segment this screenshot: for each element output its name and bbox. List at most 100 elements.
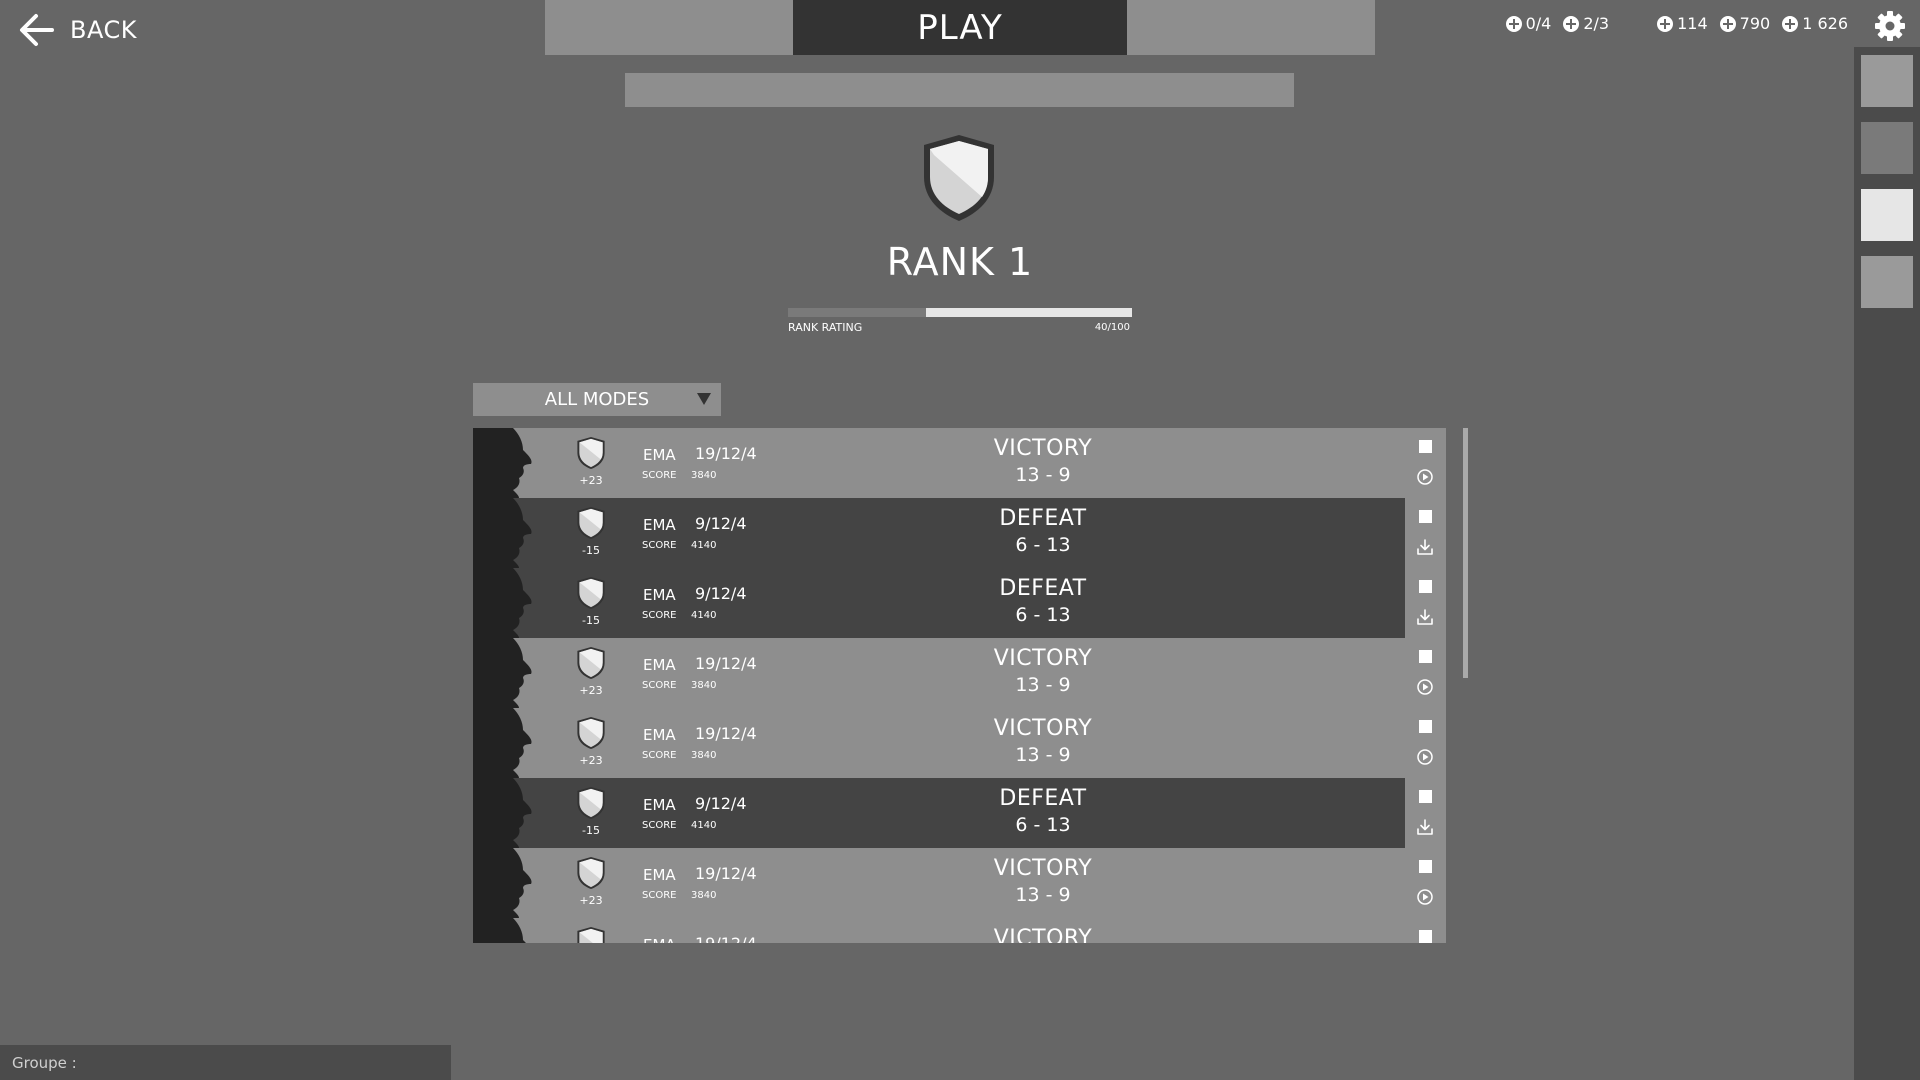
sub-header-bar[interactable] — [625, 73, 1294, 107]
score-label: SCORE — [642, 470, 677, 481]
kda: 19/12/4 — [695, 444, 757, 463]
match-score: 13 - 9 — [1015, 464, 1071, 486]
rating-delta: -15 — [582, 544, 600, 557]
currency-bar: 0/4 2/3 114 790 1 626 — [1505, 14, 1848, 33]
player-avatar — [473, 778, 532, 848]
currency-value: 2/3 — [1583, 14, 1610, 33]
back-button[interactable]: BACK — [18, 8, 137, 52]
match-row[interactable]: -15 EMA 9/12/4 SCORE 4140 DEFEAT 6 - 13 — [473, 778, 1446, 848]
score-label: SCORE — [642, 610, 677, 621]
player-name: EMA — [643, 586, 676, 604]
score-label: SCORE — [642, 540, 677, 551]
currency-item: 0/4 — [1505, 14, 1551, 33]
match-row-actions — [1405, 428, 1446, 498]
tab-play[interactable]: PLAY — [793, 0, 1127, 55]
arrow-left-icon — [20, 14, 54, 46]
match-row[interactable]: -15 EMA 9/12/4 SCORE 4140 DEFEAT 6 - 13 — [473, 568, 1446, 638]
mode-filter-dropdown[interactable]: ALL MODES — [473, 383, 721, 416]
match-select-checkbox[interactable] — [1419, 860, 1432, 873]
plus-circle-icon — [1657, 15, 1674, 32]
rank-shield-icon — [577, 646, 605, 680]
tab-right[interactable] — [1127, 0, 1375, 55]
score-value: 3840 — [691, 890, 717, 901]
match-select-checkbox[interactable] — [1419, 930, 1432, 943]
currency-item: 2/3 — [1563, 14, 1609, 33]
score-label: SCORE — [642, 820, 677, 831]
rating-delta: +23 — [579, 894, 603, 907]
match-select-checkbox[interactable] — [1419, 440, 1432, 453]
download-icon[interactable] — [1416, 608, 1434, 626]
match-row[interactable]: -15 EMA 9/12/4 SCORE 4140 DEFEAT 6 - 13 — [473, 498, 1446, 568]
side-slot-2[interactable] — [1861, 122, 1913, 174]
player-avatar — [473, 568, 532, 638]
side-slot-1[interactable] — [1861, 55, 1913, 107]
player-name: EMA — [643, 446, 676, 464]
player-name: EMA — [643, 866, 676, 884]
score-value: 3840 — [691, 680, 717, 691]
match-score: 13 - 9 — [1015, 744, 1071, 766]
rank-title: RANK 1 — [886, 240, 1034, 284]
match-result: VICTORY — [993, 646, 1093, 671]
match-row[interactable]: +23EMA19/12/4SCORE3840VICTORY13 - 9 — [473, 848, 1446, 918]
kda: 9/12/4 — [695, 584, 747, 603]
match-row-actions — [1405, 638, 1446, 708]
player-avatar — [473, 638, 532, 708]
match-row[interactable]: +23EMA19/12/4SCORE3840VICTORY13 - 9 — [473, 708, 1446, 778]
group-bar[interactable]: Groupe : — [0, 1045, 451, 1080]
currency-value: 790 — [1739, 14, 1771, 33]
match-score: 13 - 9 — [1015, 674, 1071, 696]
mode-filter-value: ALL MODES — [544, 389, 650, 410]
rank-rating-label: RANK RATING — [788, 321, 863, 334]
match-row-body[interactable]: +23EMA19/12/4SCORE3840VICTORY13 - 9 — [473, 638, 1405, 708]
play-circle-icon[interactable] — [1416, 888, 1434, 906]
match-row-body[interactable]: +23EMA19/12/4SCORE3840VICTORY13 - 9 — [473, 428, 1405, 498]
plus-circle-icon — [1563, 15, 1580, 32]
match-select-checkbox[interactable] — [1419, 790, 1432, 803]
rank-shield-icon — [577, 856, 605, 890]
match-select-checkbox[interactable] — [1419, 650, 1432, 663]
player-avatar — [473, 848, 532, 918]
play-circle-icon[interactable] — [1416, 748, 1434, 766]
player-avatar — [473, 428, 532, 498]
play-circle-icon[interactable] — [1416, 678, 1434, 696]
match-select-checkbox[interactable] — [1419, 580, 1432, 593]
match-row-body[interactable]: -15 EMA 9/12/4 SCORE 4140 DEFEAT 6 - 13 — [473, 498, 1405, 568]
match-row[interactable]: +23EMA19/12/4SCORE3840VICTORY13 - 9 — [473, 428, 1446, 498]
side-slot-4[interactable] — [1861, 256, 1913, 308]
score-value: 3840 — [691, 750, 717, 761]
match-select-checkbox[interactable] — [1419, 720, 1432, 733]
match-row-actions — [1405, 568, 1446, 638]
match-row-body[interactable]: +23EMA19/12/4SCORE3840VICTORY13 - 9 — [473, 918, 1405, 943]
match-row-body[interactable]: +23EMA19/12/4SCORE3840VICTORY13 - 9 — [473, 708, 1405, 778]
match-row-actions — [1405, 708, 1446, 778]
currency-value: 114 — [1677, 14, 1708, 33]
match-list-scrollbar[interactable] — [1463, 428, 1468, 678]
match-score: 6 - 13 — [1015, 814, 1071, 836]
match-result: DEFEAT — [999, 506, 1087, 531]
download-icon[interactable] — [1416, 538, 1434, 556]
match-row[interactable]: +23EMA19/12/4SCORE3840VICTORY13 - 9 — [473, 638, 1446, 708]
currency-item: 790 — [1719, 14, 1771, 33]
download-icon[interactable] — [1416, 818, 1434, 836]
match-score: 6 - 13 — [1015, 534, 1071, 556]
match-result: VICTORY — [993, 926, 1093, 943]
rank-rating-fill — [788, 308, 926, 317]
match-row-body[interactable]: -15 EMA 9/12/4 SCORE 4140 DEFEAT 6 - 13 — [473, 778, 1405, 848]
score-label: SCORE — [642, 680, 677, 691]
side-slot-3[interactable] — [1861, 189, 1913, 241]
player-name: EMA — [643, 516, 676, 534]
rank-shield-icon — [577, 436, 605, 470]
match-row-body[interactable]: +23EMA19/12/4SCORE3840VICTORY13 - 9 — [473, 848, 1405, 918]
match-row-body[interactable]: -15 EMA 9/12/4 SCORE 4140 DEFEAT 6 - 13 — [473, 568, 1405, 638]
gear-icon[interactable] — [1874, 10, 1906, 42]
match-row[interactable]: +23EMA19/12/4SCORE3840VICTORY13 - 9 — [473, 918, 1446, 943]
rating-delta: -15 — [582, 824, 600, 837]
kda: 19/12/4 — [695, 934, 757, 943]
tab-left[interactable] — [545, 0, 793, 55]
play-circle-icon[interactable] — [1416, 468, 1434, 486]
match-select-checkbox[interactable] — [1419, 510, 1432, 523]
rating-delta: +23 — [579, 684, 603, 697]
player-name: EMA — [643, 656, 676, 674]
score-value: 4140 — [691, 610, 717, 621]
player-name: EMA — [643, 726, 676, 744]
